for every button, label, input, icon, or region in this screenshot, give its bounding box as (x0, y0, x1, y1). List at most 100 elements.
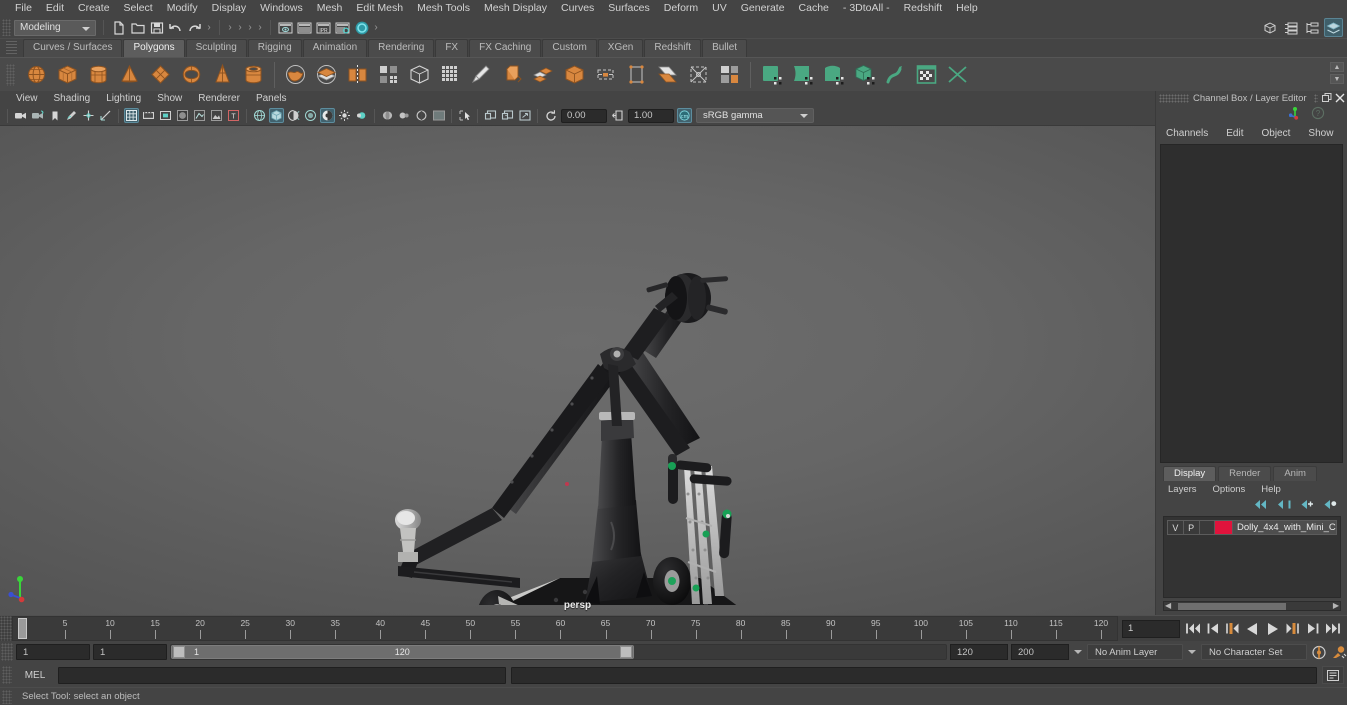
range-slider-grip[interactable] (1, 643, 13, 661)
step-back-frame-icon[interactable] (1224, 620, 1241, 637)
poly-pipe-icon[interactable] (239, 60, 268, 89)
viewport-menu-lighting[interactable]: Lighting (98, 91, 149, 106)
edit-menu[interactable]: Edit (1226, 128, 1243, 139)
menu-item-help[interactable]: Help (949, 0, 985, 17)
uv-spherical-icon[interactable] (819, 60, 848, 89)
shelf-tab-animation[interactable]: Animation (302, 39, 368, 57)
undo-icon[interactable] (167, 19, 184, 36)
step-forward-frame-icon[interactable] (1284, 620, 1301, 637)
go-to-start-icon[interactable] (1184, 620, 1201, 637)
menu-item-3dtoall[interactable]: - 3DtoAll - (836, 0, 897, 17)
menu-item-deform[interactable]: Deform (657, 0, 705, 17)
character-set-chevron-icon[interactable] (1186, 650, 1198, 654)
help-line-grip[interactable] (2, 689, 12, 704)
shelf-tab-curves-surfaces[interactable]: Curves / Surfaces (23, 39, 123, 57)
play-backwards-icon[interactable] (1244, 620, 1261, 637)
menu-item-mesh-display[interactable]: Mesh Display (477, 0, 554, 17)
object-menu[interactable]: Object (1262, 128, 1291, 139)
help-icon[interactable]: ? (1311, 106, 1325, 125)
step-forward-key-icon[interactable] (1304, 620, 1321, 637)
panel-layout-two-icon[interactable] (500, 108, 515, 123)
attribute-editor-icon[interactable] (1282, 18, 1301, 37)
tab-render[interactable]: Render (1218, 466, 1272, 481)
statusline-collapse-3[interactable]: › (235, 20, 245, 36)
command-input[interactable] (58, 666, 507, 684)
statusline-collapse-4[interactable]: › (245, 20, 255, 36)
lock-camera-icon[interactable] (30, 108, 45, 123)
layer-name[interactable]: Dolly_4x4_with_Mini_Cra (1233, 522, 1336, 533)
xray-joints-icon[interactable] (397, 108, 412, 123)
help-menu[interactable]: Help (1261, 484, 1281, 495)
select-object-cursor-icon[interactable] (457, 108, 472, 123)
uv-automatic-icon[interactable] (850, 60, 879, 89)
scroll-right-arrow[interactable]: ▶ (1333, 602, 1339, 610)
poly-cone-icon[interactable] (115, 60, 144, 89)
close-icon[interactable] (1334, 93, 1345, 104)
menu-item-edit[interactable]: Edit (39, 0, 71, 17)
viewport-menu-show[interactable]: Show (149, 91, 190, 106)
render-settings-icon[interactable] (334, 19, 351, 36)
move-layer-down-icon[interactable] (1277, 497, 1291, 515)
axis-gizmo-icon[interactable] (1288, 106, 1303, 125)
bookmark-icon[interactable] (47, 108, 62, 123)
uv-editor-icon[interactable] (912, 60, 941, 89)
playback-end-field[interactable]: 120 (950, 644, 1008, 660)
duplicate-face-icon[interactable] (653, 60, 682, 89)
menu-item-windows[interactable]: Windows (253, 0, 310, 17)
menu-item-edit-mesh[interactable]: Edit Mesh (349, 0, 410, 17)
menu-item-mesh-tools[interactable]: Mesh Tools (410, 0, 477, 17)
xray-textures-icon[interactable] (414, 108, 429, 123)
perspective-viewport[interactable]: persp (0, 125, 1155, 615)
viewport-menu-view[interactable]: View (8, 91, 46, 106)
extrude-icon[interactable] (498, 60, 527, 89)
statusline-collapse-2[interactable]: › (225, 20, 235, 36)
shelf-scroll-down-button[interactable]: ▼ (1330, 74, 1344, 84)
menu-item-select[interactable]: Select (117, 0, 160, 17)
bevel-icon[interactable] (529, 60, 558, 89)
scroll-left-arrow[interactable]: ◀ (1165, 602, 1171, 610)
uv-cylindrical-icon[interactable] (788, 60, 817, 89)
range-end-handle[interactable] (620, 646, 633, 658)
quad-draw-icon[interactable] (467, 60, 496, 89)
time-slider-grip[interactable] (0, 616, 12, 641)
poly-plane-icon[interactable] (146, 60, 175, 89)
statusline-collapse-5[interactable]: › (255, 20, 265, 36)
shadows-icon[interactable] (303, 108, 318, 123)
tab-anim[interactable]: Anim (1273, 466, 1317, 481)
connect-icon[interactable] (715, 60, 744, 89)
poly-cube-icon[interactable] (53, 60, 82, 89)
menu-item-curves[interactable]: Curves (554, 0, 601, 17)
menu-item-redshift[interactable]: Redshift (897, 0, 950, 17)
character-set-selector[interactable]: No Character Set (1201, 644, 1307, 660)
layer-visibility-toggle[interactable]: V (1168, 521, 1184, 534)
poly-torus-icon[interactable] (177, 60, 206, 89)
layer-color-swatch[interactable] (1215, 521, 1233, 534)
shelf-tab-fx[interactable]: FX (435, 39, 469, 57)
new-scene-icon[interactable] (110, 19, 127, 36)
viewport-menu-shading[interactable]: Shading (46, 91, 99, 106)
animation-start-field[interactable]: 1 (16, 644, 90, 660)
current-time-indicator[interactable] (18, 618, 27, 639)
command-line-grip[interactable] (2, 666, 12, 684)
combine-icon[interactable] (281, 60, 310, 89)
menu-item-modify[interactable]: Modify (160, 0, 205, 17)
menu-item-cache[interactable]: Cache (792, 0, 836, 17)
render-view-icon[interactable] (277, 19, 294, 36)
smooth-icon[interactable] (374, 60, 403, 89)
motion-blur-icon[interactable] (337, 108, 352, 123)
viewport-menu-panels[interactable]: Panels (248, 91, 295, 106)
exposure-input[interactable]: 0.00 (561, 108, 607, 123)
wireframe-shading-icon[interactable] (252, 108, 267, 123)
shelf-tab-fx-caching[interactable]: FX Caching (469, 39, 542, 57)
channels-menu[interactable]: Channels (1166, 128, 1208, 139)
scrollbar-thumb[interactable] (1178, 602, 1287, 610)
multi-cut-icon[interactable] (436, 60, 465, 89)
menu-item-generate[interactable]: Generate (734, 0, 792, 17)
shelf-tab-polygons[interactable]: Polygons (123, 39, 185, 57)
gate-mask-icon[interactable] (175, 108, 190, 123)
viewport-menu-renderer[interactable]: Renderer (190, 91, 248, 106)
shelf-tab-redshift[interactable]: Redshift (644, 39, 702, 57)
redo-icon[interactable] (186, 19, 203, 36)
select-camera-icon[interactable] (13, 108, 28, 123)
range-bar[interactable]: 1 120 (171, 645, 635, 659)
